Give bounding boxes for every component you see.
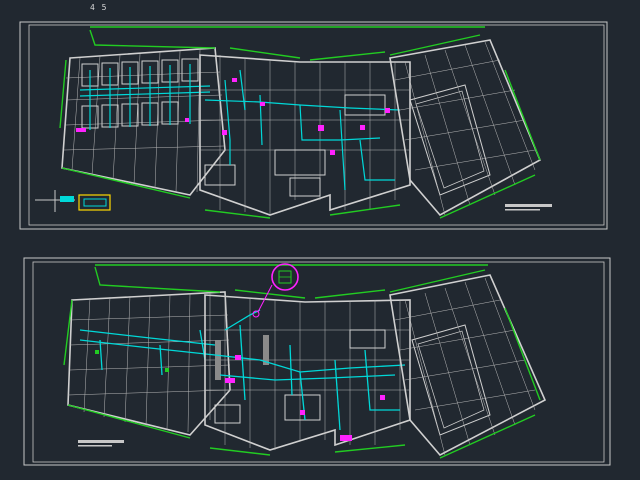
upper-right-wing	[389, 34, 552, 219]
cad-drawing-canvas[interactable]	[0, 0, 640, 480]
lower-center-block	[204, 289, 411, 456]
upper-floor-plan-sheet	[19, 21, 608, 230]
upper-center-block	[199, 47, 411, 219]
lower-detail-callout	[252, 263, 299, 318]
lower-sheet-outer-frame	[23, 257, 611, 466]
lower-floor-plan-sheet	[23, 257, 611, 466]
upper-sheet-outer-frame	[19, 21, 608, 230]
lower-right-wing	[389, 269, 547, 459]
upper-legend-box	[35, 190, 111, 212]
lower-sheet-inner-frame	[32, 261, 605, 463]
